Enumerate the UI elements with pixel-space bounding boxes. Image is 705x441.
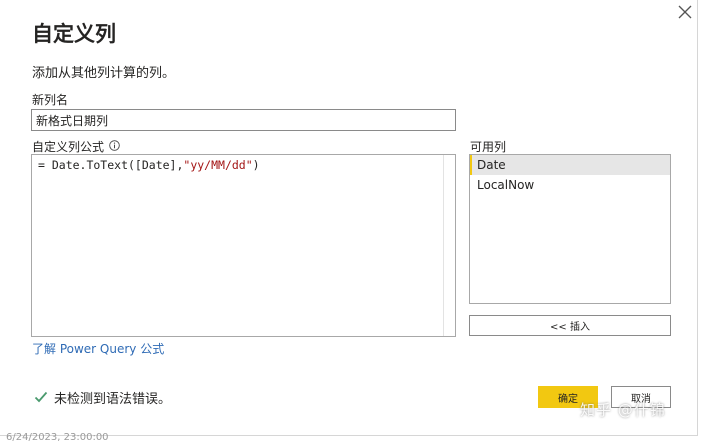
checkmark-icon	[34, 391, 48, 403]
formula-editor[interactable]: = Date.ToText([Date],"yy/MM/dd")	[31, 154, 456, 337]
syntax-status-text: 未检测到语法错误。	[54, 391, 172, 407]
formula-label: 自定义列公式	[32, 140, 105, 154]
formula-suffix: )	[252, 158, 260, 172]
new-column-name-input[interactable]	[31, 109, 456, 131]
background-cell-text: 6/24/2023, 23:00:00	[6, 432, 109, 441]
available-column-item[interactable]: LocalNow	[470, 175, 670, 195]
info-icon[interactable]	[109, 140, 120, 151]
available-column-item[interactable]: Date	[470, 155, 670, 175]
dialog-subtitle: 添加从其他列计算的列。	[32, 66, 176, 81]
watermark: 知乎 @什锦	[580, 401, 666, 419]
available-columns-list[interactable]: Date LocalNow	[469, 154, 671, 304]
insert-button[interactable]: << 插入	[469, 315, 671, 336]
dialog-title: 自定义列	[32, 22, 116, 46]
available-columns-label: 可用列	[470, 140, 507, 154]
formula-prefix: = Date.ToText([Date],	[38, 158, 184, 172]
close-icon	[678, 5, 692, 19]
custom-column-dialog: 自定义列 添加从其他列计算的列。 新列名 自定义列公式 = Date.ToTex…	[0, 0, 698, 436]
formula-text[interactable]: = Date.ToText([Date],"yy/MM/dd")	[38, 158, 260, 172]
learn-power-query-link[interactable]: 了解 Power Query 公式	[32, 340, 164, 357]
close-button[interactable]	[676, 3, 694, 21]
formula-scrollbar[interactable]	[443, 155, 455, 336]
formula-string-literal: "yy/MM/dd"	[183, 158, 253, 172]
new-column-name-label: 新列名	[32, 93, 69, 107]
syntax-status: 未检测到语法错误。	[34, 389, 172, 407]
